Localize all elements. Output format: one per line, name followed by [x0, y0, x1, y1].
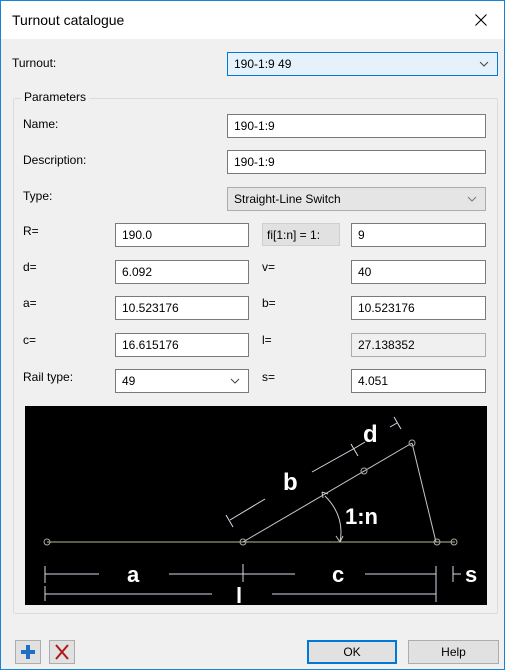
fi-field[interactable]: 9 [351, 223, 486, 247]
window-title: Turnout catalogue [12, 12, 125, 28]
a-field[interactable]: 10.523176 [115, 296, 249, 320]
fi-ratio-button[interactable]: fi[1:n] = 1: [262, 223, 340, 246]
type-select-value: Straight-Line Switch [234, 192, 341, 206]
chevron-down-icon [467, 196, 477, 202]
delete-turnout-button[interactable] [49, 640, 75, 664]
help-button[interactable]: Help [408, 640, 499, 664]
description-label: Description: [23, 153, 87, 167]
diagram-label-a: a [127, 562, 140, 587]
r-label: R= [23, 224, 39, 238]
name-label: Name: [23, 117, 59, 131]
add-turnout-button[interactable] [15, 640, 41, 664]
rail-type-select-value: 49 [122, 374, 136, 388]
plus-icon [21, 645, 35, 659]
rail-type-label: Rail type: [23, 370, 74, 384]
type-select[interactable]: Straight-Line Switch [227, 187, 486, 211]
close-icon [475, 14, 487, 26]
diagram-label-b: b [283, 469, 298, 496]
parameters-group-title: Parameters [21, 90, 90, 104]
c-label: c= [23, 333, 37, 347]
turnout-catalogue-dialog: Turnout catalogue Turnout: 190-1:9 49 Pa… [0, 0, 505, 670]
l-field: 27.138352 [351, 333, 486, 357]
b-label: b= [262, 296, 276, 310]
d-label: d= [23, 260, 37, 274]
b-dim-line [229, 498, 266, 521]
chevron-down-icon [230, 378, 240, 384]
turnout-label: Turnout: [12, 56, 57, 70]
chevron-down-icon [479, 61, 489, 67]
a-label: a= [23, 296, 37, 310]
diverging-track-line [242, 442, 413, 543]
c-field[interactable]: 16.615176 [115, 333, 249, 357]
close-button[interactable] [458, 1, 504, 39]
type-label: Type: [23, 189, 53, 203]
frog-line [411, 442, 437, 543]
description-field[interactable]: 190-1:9 [227, 150, 486, 174]
b-dim-line [311, 447, 356, 473]
diagram-label-d: d [363, 421, 378, 448]
turnout-diagram-svg: a c l s b d 1:n [43, 416, 477, 608]
r-field[interactable]: 190.0 [115, 223, 249, 247]
v-field[interactable]: 40 [351, 260, 486, 284]
s-label: s= [262, 370, 276, 384]
turnout-select[interactable]: 190-1:9 49 [227, 52, 498, 76]
l-label: l= [262, 333, 272, 347]
turnout-select-value: 190-1:9 49 [234, 57, 292, 71]
angle-arc [324, 495, 342, 543]
rail-type-select[interactable]: 49 [115, 369, 249, 393]
b-dim-tick [225, 514, 234, 528]
turnout-diagram: a c l s b d 1:n [25, 406, 487, 608]
title-bar: Turnout catalogue [1, 1, 504, 39]
d-field[interactable]: 6.092 [115, 260, 249, 284]
v-label: v= [262, 260, 276, 274]
x-icon [55, 644, 69, 660]
d-dim-line [389, 422, 398, 428]
s-field[interactable]: 4.051 [351, 369, 486, 393]
name-field[interactable]: 190-1:9 [227, 114, 486, 138]
diagram-label-s: s [465, 562, 477, 587]
angle-arrow [335, 535, 344, 543]
diagram-label-c: c [332, 562, 344, 587]
ok-button[interactable]: OK [307, 640, 397, 664]
diagram-label-l: l [236, 583, 242, 605]
d-dim-tick [393, 416, 402, 430]
b-field[interactable]: 10.523176 [351, 296, 486, 320]
diagram-label-angle: 1:n [345, 504, 378, 529]
